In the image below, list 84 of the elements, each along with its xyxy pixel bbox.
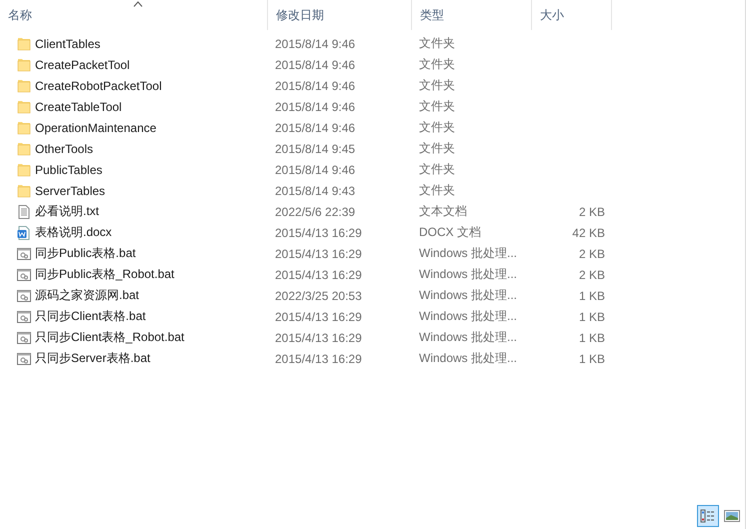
modified-date: 2015/4/13 16:29	[275, 330, 362, 344]
folder-icon	[16, 140, 32, 156]
folder-icon	[16, 182, 32, 198]
gear-window-icon	[16, 350, 32, 366]
file-type: Windows 批处理...	[419, 330, 518, 344]
file-name[interactable]: 只同步Server表格.bat	[35, 350, 150, 367]
text-file-icon	[16, 204, 32, 220]
file-size: 2 KB	[578, 246, 605, 260]
file-type: 文件夹	[419, 162, 455, 176]
file-size: 42 KB	[572, 226, 605, 240]
file-size: 2 KB	[578, 204, 605, 218]
file-type: 文件夹	[419, 78, 455, 92]
folder-icon	[16, 36, 32, 52]
file-type: Windows 批处理...	[419, 246, 518, 260]
file-name[interactable]: ServerTables	[35, 184, 106, 198]
file-size: 1 KB	[578, 288, 605, 302]
file-name[interactable]: 必看说明.txt	[35, 203, 100, 220]
file-type: 文件夹	[419, 183, 455, 197]
file-size: 2 KB	[578, 268, 605, 282]
file-size: 1 KB	[578, 330, 605, 344]
column-header[interactable]: 名称	[0, 0, 268, 30]
modified-date: 2015/4/13 16:29	[275, 352, 362, 366]
file-name[interactable]: 同步Public表格.bat	[35, 245, 136, 262]
folder-icon	[16, 98, 32, 114]
file-type: 文件夹	[419, 120, 455, 134]
modified-date: 2015/8/14 9:46	[275, 100, 356, 114]
file-size: 1 KB	[578, 352, 605, 366]
file-name[interactable]: OtherTools	[35, 142, 94, 156]
file-name[interactable]: 表格说明.docx	[35, 224, 112, 241]
file-name[interactable]: ClientTables	[35, 36, 100, 50]
gear-window-icon	[16, 246, 32, 262]
modified-date: 2015/4/13 16:29	[275, 226, 362, 240]
file-size: 1 KB	[578, 310, 605, 324]
file-name[interactable]: OperationMaintenance	[35, 120, 156, 134]
file-type: Windows 批处理...	[419, 267, 518, 281]
file-type: 文件夹	[419, 57, 455, 71]
file-type: 文本文档	[419, 204, 467, 218]
file-type: DOCX 文档	[419, 225, 482, 239]
column-label: 大小	[540, 6, 564, 24]
gear-window-icon	[16, 288, 32, 304]
file-type: Windows 批处理...	[419, 288, 518, 302]
sort-ascending-icon	[132, 1, 142, 7]
modified-date: 2015/8/14 9:45	[275, 142, 356, 156]
word-document-icon	[16, 224, 32, 240]
modified-date: 2022/3/25 20:53	[275, 288, 362, 302]
file-name[interactable]: CreateTableTool	[35, 100, 122, 114]
modified-date: 2015/8/14 9:46	[275, 36, 356, 50]
folder-icon	[16, 162, 32, 178]
file-type: 文件夹	[419, 141, 455, 155]
column-label: 名称	[8, 6, 32, 24]
file-type: Windows 批处理...	[419, 309, 518, 323]
folder-icon	[16, 78, 32, 94]
modified-date: 2015/4/13 16:29	[275, 268, 362, 282]
modified-date: 2015/8/14 9:46	[275, 120, 356, 134]
modified-date: 2015/8/14 9:43	[275, 184, 356, 198]
file-name[interactable]: 源码之家资源网.bat	[35, 287, 140, 304]
folder-icon	[16, 56, 32, 72]
modified-date: 2015/8/14 9:46	[275, 58, 356, 72]
gear-window-icon	[16, 330, 32, 346]
file-type: 文件夹	[419, 36, 455, 50]
modified-date: 2015/4/13 16:29	[275, 310, 362, 324]
modified-date: 2015/4/13 16:29	[275, 246, 362, 260]
file-name[interactable]: 只同步Client表格_Robot.bat	[35, 329, 184, 346]
file-name[interactable]: 同步Public表格_Robot.bat	[35, 266, 174, 283]
file-name[interactable]: 只同步Client表格.bat	[35, 308, 146, 325]
file-type: 文件夹	[419, 99, 455, 113]
column-label: 修改日期	[276, 6, 324, 24]
file-name[interactable]: CreatePacketTool	[35, 58, 130, 72]
folder-icon	[16, 120, 32, 136]
file-type: Windows 批处理...	[419, 351, 518, 365]
file-name[interactable]: PublicTables	[35, 162, 102, 176]
gear-window-icon	[16, 308, 32, 324]
modified-date: 2015/8/14 9:46	[275, 78, 356, 92]
column-header[interactable]: 修改日期	[268, 0, 412, 30]
details-view-button[interactable]	[697, 505, 719, 527]
gear-window-icon	[16, 266, 32, 282]
column-label: 类型	[420, 6, 444, 24]
list-view-icon	[700, 509, 716, 523]
modified-date: 2022/5/6 22:39	[275, 204, 356, 218]
column-header[interactable]: 类型	[412, 0, 532, 30]
modified-date: 2015/8/14 9:46	[275, 162, 356, 176]
file-name[interactable]: CreateRobotPacketTool	[35, 78, 162, 92]
landscape-image-icon	[724, 510, 740, 522]
column-header[interactable]: 大小	[532, 0, 612, 30]
